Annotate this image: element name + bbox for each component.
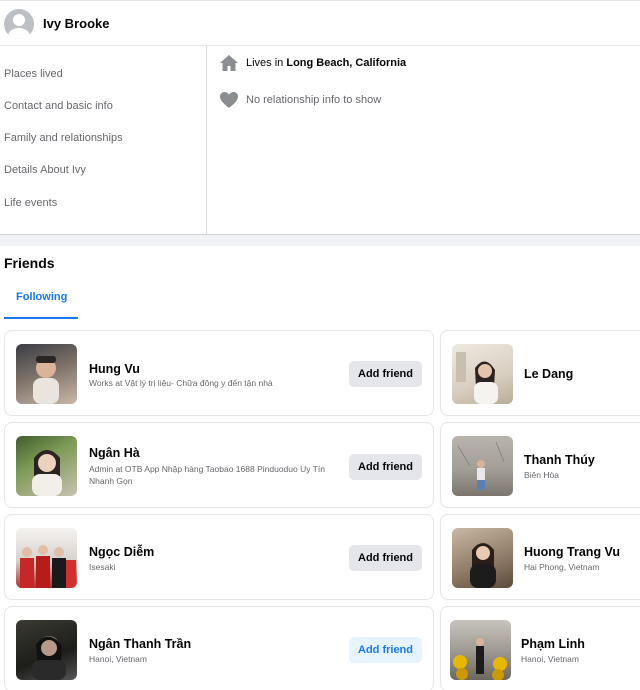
sidebar-item-family[interactable]: Family and relationships (4, 132, 123, 144)
add-friend-button[interactable]: Add friend (349, 454, 422, 480)
friend-photo[interactable] (16, 436, 77, 496)
section-divider (0, 234, 640, 235)
heart-icon (219, 90, 239, 110)
friend-name[interactable]: Huong Trang Vu (524, 545, 620, 559)
friend-photo[interactable] (452, 528, 513, 588)
sidebar-item-life-events[interactable]: Life events (4, 197, 57, 209)
friend-card: Phạm Linh Hanoi, Vietnam (440, 606, 640, 690)
friend-subtitle: Admin at OTB App Nhập hàng Taobao 1688 P… (89, 464, 325, 486)
friend-name[interactable]: Ngọc Diễm (89, 545, 154, 559)
home-icon (219, 53, 239, 73)
friend-name[interactable]: Thanh Thúy (524, 453, 595, 467)
friend-subtitle: Hanoi, Vietnam (521, 654, 579, 664)
friend-subtitle: Isesaki (89, 562, 116, 572)
about-content: Lives in Long Beach, California No relat… (207, 46, 640, 234)
friend-photo[interactable] (450, 620, 511, 680)
friend-subtitle: Biên Hòa (524, 470, 559, 480)
sidebar-item-contact-info[interactable]: Contact and basic info (4, 100, 113, 112)
friend-name[interactable]: Le Dang (524, 367, 573, 381)
friend-card: Huong Trang Vu Hai Phong, Vietnam (440, 514, 640, 600)
add-friend-button[interactable]: Add friend (349, 545, 422, 571)
friend-photo[interactable] (452, 436, 513, 496)
friend-card: Thanh Thúy Biên Hòa (440, 422, 640, 508)
friend-card: Ngọc Diễm Isesaki Add friend (4, 514, 434, 600)
friend-name[interactable]: Phạm Linh (521, 637, 585, 651)
relationship-text: No relationship info to show (246, 94, 382, 106)
relationship-row: No relationship info to show (219, 90, 381, 110)
default-avatar-icon[interactable] (4, 9, 34, 39)
tab-following-label: Following (16, 291, 68, 303)
friend-subtitle: Hanoi, Vietnam (89, 654, 147, 664)
friend-card: Hung Vu Works at Vật lý trị liệu- Chữa đ… (4, 330, 434, 416)
friend-subtitle: Works at Vật lý trị liệu- Chữa đông y đế… (89, 378, 273, 388)
friend-name[interactable]: Ngân Hà (89, 446, 140, 460)
friend-card: Ngân Thanh Trần Hanoi, Vietnam Add frien… (4, 606, 434, 690)
about-section: Ivy Brooke Places lived Contact and basi… (0, 0, 640, 234)
friend-photo[interactable] (16, 528, 77, 588)
friends-section: Friends Following Hung Vu Works at Vật l… (0, 246, 640, 690)
friend-subtitle: Hai Phong, Vietnam (524, 562, 600, 572)
add-friend-button[interactable]: Add friend (349, 637, 422, 663)
profile-name[interactable]: Ivy Brooke (43, 16, 109, 31)
friend-photo[interactable] (16, 344, 77, 404)
friend-photo[interactable] (452, 344, 513, 404)
friend-card: Le Dang (440, 330, 640, 416)
friend-name[interactable]: Ngân Thanh Trần (89, 637, 191, 651)
friends-title: Friends (4, 255, 55, 271)
lives-in-prefix: Lives in (246, 57, 287, 69)
friend-card: Ngân Hà Admin at OTB App Nhập hàng Taoba… (4, 422, 434, 508)
lives-in-place[interactable]: Long Beach, California (286, 57, 406, 69)
sidebar-item-details[interactable]: Details About Ivy (4, 164, 86, 176)
friend-photo[interactable] (16, 620, 77, 680)
about-sidebar: Places lived Contact and basic info Fami… (0, 46, 207, 234)
lives-in-row: Lives in Long Beach, California (219, 53, 406, 73)
sidebar-item-places-lived[interactable]: Places lived (4, 68, 63, 80)
add-friend-button[interactable]: Add friend (349, 361, 422, 387)
tab-following[interactable]: Following (4, 286, 78, 319)
profile-header: Ivy Brooke (0, 0, 640, 46)
friend-name[interactable]: Hung Vu (89, 362, 140, 376)
